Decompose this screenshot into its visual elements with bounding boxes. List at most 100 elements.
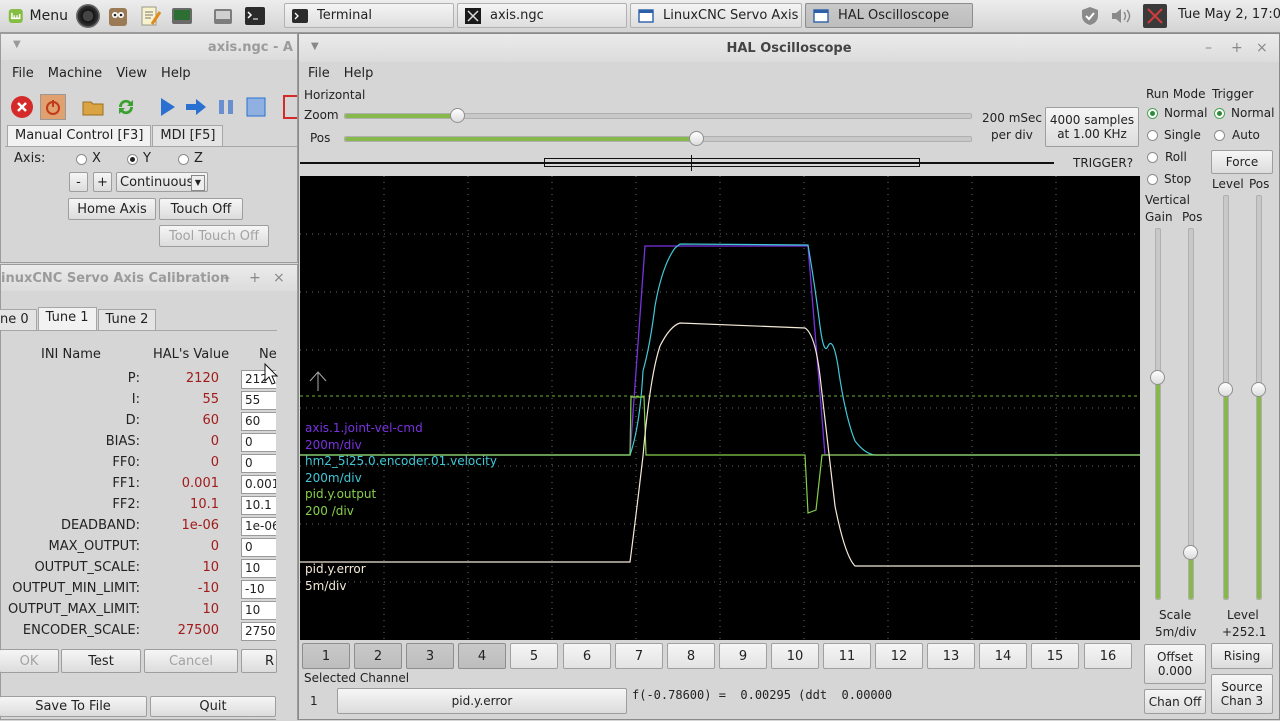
tab-tune-1[interactable]: Tune 1: [37, 307, 97, 330]
updates-shield-icon[interactable]: [1079, 5, 1101, 30]
selected-channel-name-button[interactable]: pid.y.error: [337, 688, 627, 714]
param-new-value-input[interactable]: 1e-06: [241, 517, 281, 536]
minimize-icon[interactable]: –: [1205, 40, 1212, 56]
param-new-value-input[interactable]: 60: [241, 412, 281, 431]
maximize-icon[interactable]: +: [1231, 40, 1243, 56]
offset-button[interactable]: Offset 0.000: [1144, 644, 1206, 684]
param-new-value-input[interactable]: 0: [241, 538, 281, 557]
menu-view[interactable]: View: [109, 66, 154, 81]
channel-12-button[interactable]: 12: [875, 643, 923, 669]
save-to-file-button[interactable]: Save To File: [0, 696, 147, 717]
power-button[interactable]: [40, 94, 66, 120]
run-mode-single-radio[interactable]: [1147, 130, 1158, 141]
param-new-value-input[interactable]: 10: [241, 601, 281, 620]
channel-7-button[interactable]: 7: [615, 643, 663, 669]
chan-off-button[interactable]: Chan Off: [1144, 689, 1206, 714]
rising-edge-button[interactable]: Rising: [1211, 643, 1273, 669]
window-menu-arrow-icon[interactable]: ▼: [13, 39, 21, 50]
channel-3-button[interactable]: 3: [406, 643, 454, 669]
quit-button[interactable]: Quit: [150, 696, 276, 717]
jog-minus-button[interactable]: -: [69, 172, 88, 192]
channel-9-button[interactable]: 9: [719, 643, 767, 669]
clock[interactable]: Tue May 2, 17:03: [1178, 7, 1280, 22]
trigger-normal-radio[interactable]: [1214, 108, 1225, 119]
axis-window-titlebar[interactable]: axis.ngc - A: [1, 34, 297, 60]
stop-button[interactable]: [244, 95, 268, 122]
param-new-value-input[interactable]: 0.001: [241, 475, 281, 494]
axis-x-radio[interactable]: [76, 154, 87, 165]
run-mode-stop-radio[interactable]: [1147, 174, 1158, 185]
estop-button[interactable]: [9, 94, 35, 120]
terminal-launcher-icon[interactable]: [243, 4, 267, 28]
channel-10-button[interactable]: 10: [771, 643, 819, 669]
trigger-auto-radio[interactable]: [1214, 130, 1225, 141]
channel-16-button[interactable]: 16: [1084, 643, 1132, 669]
vertical-gain-slider[interactable]: [1150, 228, 1165, 600]
param-new-value-input[interactable]: 0: [241, 433, 281, 452]
menu-help[interactable]: Help: [154, 66, 198, 81]
window-menu-arrow-icon[interactable]: ▼: [311, 41, 319, 52]
zoom-slider[interactable]: [344, 108, 972, 123]
task-terminal[interactable]: Terminal: [284, 3, 454, 28]
channel-5-button[interactable]: 5: [510, 643, 558, 669]
task-axis-ngc[interactable]: axis.ngc: [457, 3, 627, 28]
vertical-pos-slider[interactable]: [1183, 228, 1198, 600]
jog-plus-button[interactable]: +: [93, 172, 112, 192]
param-new-value-input[interactable]: 0: [241, 454, 281, 473]
param-new-value-input[interactable]: 55: [241, 391, 281, 410]
run-mode-normal-radio[interactable]: [1147, 108, 1158, 119]
network-icon[interactable]: [1143, 4, 1167, 28]
scope-display[interactable]: axis.1.joint-vel-cmd 200m/div hm2_5i25.0.e…: [300, 176, 1140, 640]
channel-4-button[interactable]: 4: [458, 643, 506, 669]
pos-slider[interactable]: [344, 131, 972, 146]
touch-off-button[interactable]: Touch Off: [159, 198, 243, 220]
trigger-pos-slider[interactable]: [1251, 195, 1266, 600]
jog-mode-select[interactable]: Continuous ▼: [116, 172, 208, 192]
gimp-launcher-icon[interactable]: [106, 4, 130, 28]
channel-6-button[interactable]: 6: [563, 643, 611, 669]
trigger-source-button[interactable]: Source Chan 3: [1211, 674, 1273, 714]
ok-button[interactable]: OK: [0, 649, 59, 673]
channel-15-button[interactable]: 15: [1031, 643, 1079, 669]
param-new-value-input[interactable]: 2750: [241, 622, 281, 641]
axis-y-radio[interactable]: [127, 154, 138, 165]
run-button[interactable]: [157, 96, 177, 121]
channel-2-button[interactable]: 2: [354, 643, 402, 669]
camera-launcher-icon[interactable]: [76, 4, 100, 28]
force-trigger-button[interactable]: Force: [1211, 150, 1273, 174]
block-delete-button[interactable]: [283, 95, 297, 119]
param-new-value-input[interactable]: -10: [241, 580, 281, 599]
task-hal-oscilloscope[interactable]: HAL Oscilloscope: [805, 3, 973, 28]
close-icon[interactable]: ×: [273, 270, 285, 286]
scope-titlebar[interactable]: HAL Oscilloscope: [299, 34, 1279, 62]
tab-tune-2[interactable]: Tune 2: [97, 309, 157, 330]
channel-11-button[interactable]: 11: [823, 643, 871, 669]
volume-icon[interactable]: [1110, 7, 1132, 28]
tool-touch-off-button[interactable]: Tool Touch Off: [159, 225, 269, 247]
revert-button[interactable]: R: [241, 649, 277, 673]
axis-z-radio[interactable]: [178, 154, 189, 165]
trigger-level-slider[interactable]: [1218, 195, 1233, 600]
param-new-value-input[interactable]: 10: [241, 559, 281, 578]
channel-14-button[interactable]: 14: [979, 643, 1027, 669]
test-button[interactable]: Test: [61, 649, 141, 673]
files-launcher-icon[interactable]: [211, 4, 235, 28]
system-monitor-launcher-icon[interactable]: [170, 4, 194, 28]
start-menu-button[interactable]: Menu: [2, 3, 68, 29]
tab-manual-control[interactable]: Manual Control [F3]: [7, 125, 152, 146]
reload-button[interactable]: [114, 95, 138, 122]
menu-machine[interactable]: Machine: [41, 66, 109, 81]
record-overview-bar[interactable]: [300, 153, 1055, 171]
menu-help[interactable]: Help: [337, 66, 381, 81]
run-mode-roll-radio[interactable]: [1147, 152, 1158, 163]
param-new-value-input[interactable]: 10.1: [241, 496, 281, 515]
minimize-icon[interactable]: –: [223, 270, 230, 286]
task-servo-calibration[interactable]: LinuxCNC Servo Axis ...: [630, 3, 802, 28]
tab-mdi[interactable]: MDI [F5]: [152, 125, 224, 146]
home-axis-button[interactable]: Home Axis: [68, 198, 156, 220]
sample-rate-button[interactable]: 4000 samples at 1.00 KHz: [1045, 107, 1139, 147]
channel-13-button[interactable]: 13: [927, 643, 975, 669]
menu-file[interactable]: File: [301, 66, 337, 81]
open-file-button[interactable]: [81, 95, 105, 122]
pause-button[interactable]: [216, 96, 238, 121]
